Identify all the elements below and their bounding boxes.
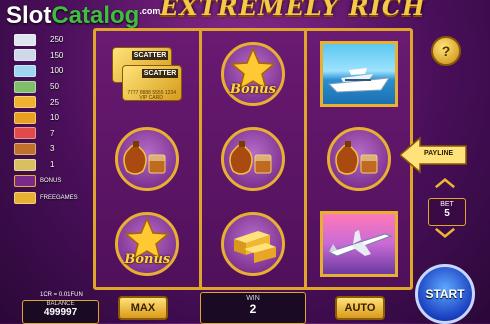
bonus-symbol: Bonus [221,41,285,106]
paytable-row: 1 [14,157,88,173]
reel-3 [307,31,411,287]
bet-value: 5 [444,208,450,219]
help-button[interactable]: ? [431,36,461,66]
game-title: EXTREMELY RICH [160,0,426,21]
win-value: 2 [249,302,257,316]
paytable-row-bonus: BONUS [14,172,88,189]
paytable-value: 10 [50,113,59,123]
reel-cell [307,116,410,201]
win-label: WIN [246,295,260,302]
paytable-value: 7 [50,128,55,138]
reel-cell [96,116,199,201]
reel-grid: SCATTER SCATTER 7777 8888 5555 1234 VIP … [93,28,413,290]
watermark-suffix: .com [139,6,161,16]
paytable-row: 10 [14,110,88,126]
payline-button[interactable]: PAYLINE [398,136,468,174]
scatter-card-front: SCATTER 7777 8888 5555 1234 VIP CARD [122,64,183,101]
bonus-text: Bonus [124,252,171,268]
cognac-icon [229,140,272,175]
paytable-value: 1 [50,160,55,170]
payline-label: PAYLINE [424,150,454,157]
yacht-icon [327,67,390,93]
paytable-row: 50 [14,79,88,95]
autoplay-button[interactable]: AUTO [335,296,385,320]
bottom-bar: 1CR = 0.01FUN BALANCE 499997 MAX WIN 2 A… [0,288,490,324]
car-icon [14,33,36,46]
balance-value: 499997 [43,307,78,318]
cognac-icon [334,140,378,175]
paytable-row: 100 [14,63,88,79]
reel-cell [202,202,305,287]
bonus-symbol: Bonus [115,212,180,277]
scatter-label: SCATTER [141,68,179,78]
jet-symbol [319,211,398,278]
paytable-value: 3 [50,144,55,154]
cognac-icon [14,142,36,155]
reel-cell: Bonus [202,31,305,116]
cognac-symbol [115,126,180,191]
credit-rate: 1CR = 0.01FUN [40,292,83,298]
yacht-icon [14,64,36,77]
paytable-row: 7 [14,126,88,142]
paytable-bonus-label: BONUS [40,177,62,184]
paytable-value: 250 [50,35,64,45]
paytable-value: 50 [50,82,59,92]
gold-bars-icon [14,111,36,124]
max-bet-button[interactable]: MAX [118,296,168,320]
star-icon [14,174,36,187]
gold-bars-symbol [221,212,285,277]
cognac-symbol [221,126,285,191]
paytable: 250 150 100 50 25 10 7 3 1 BONUS FREEGAM… [14,32,88,206]
gold-coins-icon [14,96,36,109]
bet-box: BET 5 [428,198,466,226]
paytable-row: 150 [14,48,88,64]
scatter-card-icon [14,191,36,204]
cognac-symbol [326,126,391,191]
watermark-part2: Catalog [51,2,140,29]
paytable-row: 250 [14,32,88,48]
bet-panel: BET 5 [424,176,468,244]
reel-cell [307,31,410,116]
paytable-freegames-label: FREEGAMES [40,194,78,201]
yacht-symbol [319,40,398,107]
bonus-text: Bonus [230,81,276,97]
money-icon [14,80,36,93]
cognac-icon [123,140,166,175]
paytable-value: 100 [50,66,64,76]
scatter-symbol: SCATTER SCATTER 7777 8888 5555 1234 VIP … [110,43,184,105]
vip-card-label: VIP CARD [139,94,163,101]
reel-cell [307,202,410,287]
paytable-row-freegames: FREEGAMES [14,189,88,206]
reel-cell: Bonus [96,202,199,287]
bet-label: BET [440,201,454,208]
paytable-row: 3 [14,141,88,157]
jet-icon [14,49,36,62]
paytable-value: 25 [50,97,59,107]
scatter-label: SCATTER [131,50,169,60]
bet-decrease-button[interactable] [432,228,458,238]
reel-1: SCATTER SCATTER 7777 8888 5555 1234 VIP … [96,31,202,287]
bet-increase-button[interactable] [432,178,458,188]
jet-icon [327,230,393,257]
reel-cell [202,116,305,201]
slotcatalog-watermark: SlotCatalog.com [6,2,160,30]
paytable-value: 150 [50,50,64,60]
watch-icon [14,158,36,171]
reel-cell: SCATTER SCATTER 7777 8888 5555 1234 VIP … [96,31,199,116]
reel-2: Bonus [201,31,308,287]
paytable-row: 25 [14,94,88,110]
gold-bars-icon [234,231,276,264]
watermark-part1: Slot [6,2,52,29]
cocktail-icon [14,127,36,140]
win-box: WIN 2 [200,292,306,324]
balance-box: BALANCE 499997 [22,300,99,324]
